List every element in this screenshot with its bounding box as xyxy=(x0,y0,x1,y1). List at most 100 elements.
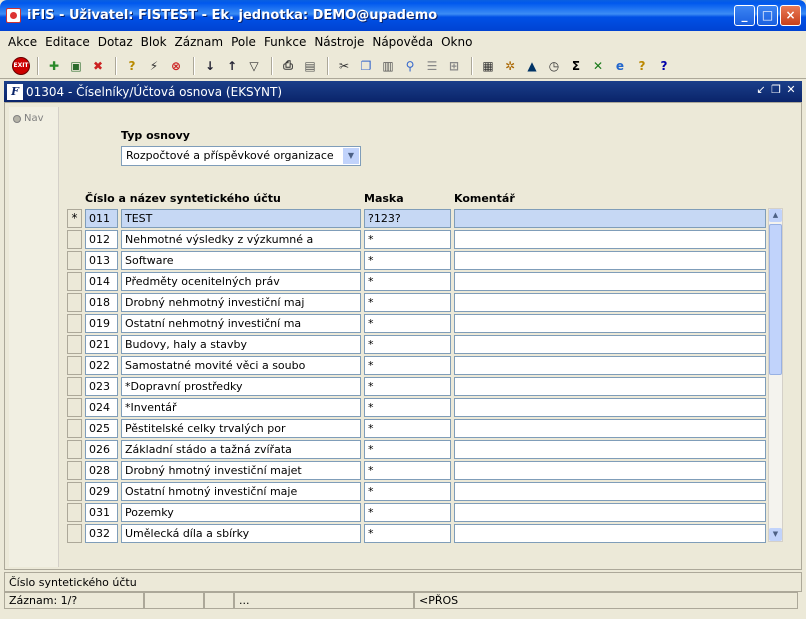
comment-field[interactable] xyxy=(454,314,766,333)
close-button[interactable]: × xyxy=(780,5,801,26)
record-marker[interactable] xyxy=(67,524,82,543)
close-form-icon[interactable]: ✕ xyxy=(784,83,798,99)
context-help-icon[interactable]: ? xyxy=(654,56,674,76)
account-number-field[interactable]: 019 xyxy=(85,314,118,333)
menu-dotaz[interactable]: Dotaz xyxy=(94,35,137,49)
mask-field[interactable]: * xyxy=(364,398,451,417)
comment-field[interactable] xyxy=(454,398,766,417)
record-marker[interactable] xyxy=(67,356,82,375)
internet-icon[interactable]: e xyxy=(610,56,630,76)
menu-funkce[interactable]: Funkce xyxy=(260,35,310,49)
sum-icon[interactable]: Σ xyxy=(566,56,586,76)
comment-field[interactable] xyxy=(454,293,766,312)
menu-zaznam[interactable]: Záznam xyxy=(171,35,228,49)
account-number-field[interactable]: 021 xyxy=(85,335,118,354)
record-marker[interactable] xyxy=(67,503,82,522)
maximize-button[interactable]: □ xyxy=(757,5,778,26)
search-icon[interactable]: ⚲ xyxy=(400,56,420,76)
account-name-field[interactable]: Pozemky xyxy=(121,503,361,522)
account-number-field[interactable]: 028 xyxy=(85,461,118,480)
record-marker[interactable] xyxy=(67,230,82,249)
execute-query-icon[interactable]: ⚡ xyxy=(144,56,164,76)
mask-field[interactable]: * xyxy=(364,482,451,501)
print-icon[interactable]: ⎙ xyxy=(278,56,298,76)
account-number-field[interactable]: 013 xyxy=(85,251,118,270)
account-number-field[interactable]: 022 xyxy=(85,356,118,375)
scroll-up-icon[interactable]: ▲ xyxy=(769,209,782,222)
mask-field[interactable]: * xyxy=(364,419,451,438)
account-name-field[interactable]: Drobný nehmotný investiční maj xyxy=(121,293,361,312)
type-select[interactable]: Rozpočtové a příspěvkové organizace ▼ xyxy=(121,146,361,166)
record-marker[interactable] xyxy=(67,461,82,480)
excel-icon[interactable]: ✕ xyxy=(588,56,608,76)
menu-akce[interactable]: Akce xyxy=(4,35,41,49)
record-marker[interactable] xyxy=(67,335,82,354)
paste-icon[interactable]: ▥ xyxy=(378,56,398,76)
record-marker[interactable] xyxy=(67,314,82,333)
mask-field[interactable]: * xyxy=(364,440,451,459)
menu-editace[interactable]: Editace xyxy=(41,35,94,49)
comment-field[interactable] xyxy=(454,209,766,228)
filter-icon[interactable]: ▽ xyxy=(244,56,264,76)
mask-field[interactable]: * xyxy=(364,230,451,249)
record-marker[interactable] xyxy=(67,419,82,438)
minimize-form-icon[interactable]: ↙ xyxy=(754,83,768,99)
account-name-field[interactable]: Budovy, haly a stavby xyxy=(121,335,361,354)
account-number-field[interactable]: 011 xyxy=(85,209,118,228)
comment-field[interactable] xyxy=(454,356,766,375)
enter-query-icon[interactable]: ? xyxy=(122,56,142,76)
comment-field[interactable] xyxy=(454,230,766,249)
mask-field[interactable]: * xyxy=(364,335,451,354)
new-record-icon[interactable]: ✚ xyxy=(44,56,64,76)
account-number-field[interactable]: 012 xyxy=(85,230,118,249)
menu-okno[interactable]: Okno xyxy=(437,35,476,49)
help-icon[interactable]: ? xyxy=(632,56,652,76)
menu-pole[interactable]: Pole xyxy=(227,35,260,49)
restore-form-icon[interactable]: ❐ xyxy=(769,83,783,99)
account-name-field[interactable]: *Inventář xyxy=(121,398,361,417)
account-name-field[interactable]: TEST xyxy=(121,209,361,228)
account-name-field[interactable]: Pěstitelské celky trvalých por xyxy=(121,419,361,438)
mask-field[interactable]: * xyxy=(364,293,451,312)
account-name-field[interactable]: Ostatní hmotný investiční maje xyxy=(121,482,361,501)
clock-icon[interactable]: ◷ xyxy=(544,56,564,76)
account-name-field[interactable]: Ostatní nehmotný investiční ma xyxy=(121,314,361,333)
comment-field[interactable] xyxy=(454,461,766,480)
mask-field[interactable]: * xyxy=(364,524,451,543)
record-marker[interactable] xyxy=(67,398,82,417)
comment-field[interactable] xyxy=(454,272,766,291)
mask-field[interactable]: * xyxy=(364,251,451,270)
chevron-down-icon[interactable]: ▼ xyxy=(343,148,359,164)
nav-radio[interactable]: Nav xyxy=(13,113,44,124)
record-marker[interactable] xyxy=(67,251,82,270)
record-marker[interactable] xyxy=(67,440,82,459)
record-marker[interactable]: * xyxy=(67,209,82,228)
list-icon[interactable]: ☰ xyxy=(422,56,442,76)
account-name-field[interactable]: Předměty ocenitelných práv xyxy=(121,272,361,291)
account-name-field[interactable]: *Dopravní prostředky xyxy=(121,377,361,396)
mask-field[interactable]: * xyxy=(364,272,451,291)
comment-field[interactable] xyxy=(454,377,766,396)
tree-icon[interactable]: ⊞ xyxy=(444,56,464,76)
cut-icon[interactable]: ✂ xyxy=(334,56,354,76)
calculator-icon[interactable]: ▦ xyxy=(478,56,498,76)
comment-field[interactable] xyxy=(454,335,766,354)
record-marker[interactable] xyxy=(67,482,82,501)
menu-napoveda[interactable]: Nápověda xyxy=(368,35,437,49)
comment-field[interactable] xyxy=(454,524,766,543)
account-number-field[interactable]: 029 xyxy=(85,482,118,501)
mask-field[interactable]: * xyxy=(364,503,451,522)
account-number-field[interactable]: 024 xyxy=(85,398,118,417)
account-number-field[interactable]: 031 xyxy=(85,503,118,522)
menu-nastroje[interactable]: Nástroje xyxy=(310,35,368,49)
scroll-thumb[interactable] xyxy=(769,224,782,375)
delete-record-icon[interactable]: ✖ xyxy=(88,56,108,76)
account-number-field[interactable]: 032 xyxy=(85,524,118,543)
comment-field[interactable] xyxy=(454,251,766,270)
comment-field[interactable] xyxy=(454,503,766,522)
account-name-field[interactable]: Základní stádo a tažná zvířata xyxy=(121,440,361,459)
comment-field[interactable] xyxy=(454,482,766,501)
cancel-query-icon[interactable]: ⊗ xyxy=(166,56,186,76)
account-name-field[interactable]: Umělecká díla a sbírky xyxy=(121,524,361,543)
account-number-field[interactable]: 023 xyxy=(85,377,118,396)
